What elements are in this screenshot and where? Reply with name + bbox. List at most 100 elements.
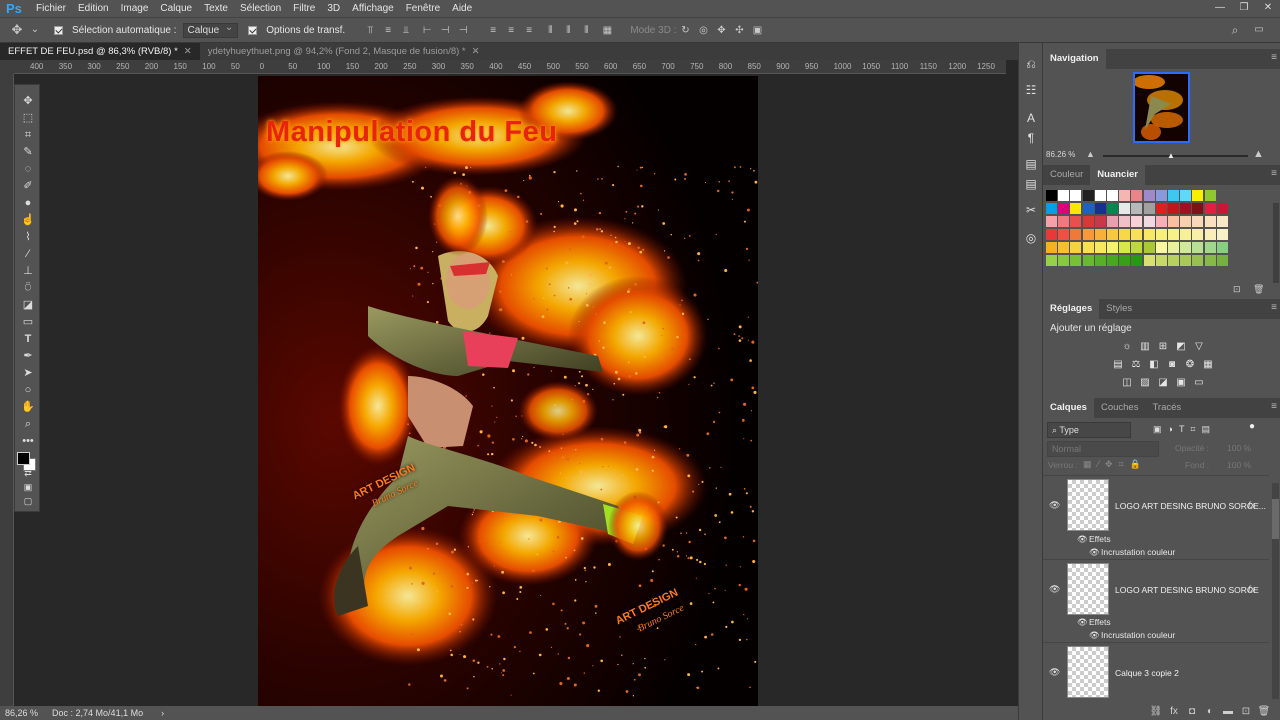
effects-eye-icon[interactable]: 👁 [1077,534,1088,545]
screen-mode-icon[interactable]: ▢ [15,493,41,510]
color-swatch[interactable] [1119,216,1131,227]
tab-calques[interactable]: Calques [1043,398,1094,418]
menu-edition[interactable]: Edition [72,3,115,14]
color-swatch[interactable] [1143,229,1155,240]
photo-filter-icon[interactable]: ◙ [1163,359,1181,373]
color-swatch[interactable] [1143,216,1155,227]
paragraph-icon[interactable]: ¶ [1019,131,1043,145]
color-swatch[interactable] [1180,229,1192,240]
color-swatch[interactable] [1131,242,1143,253]
ellipse-tool-icon[interactable]: ○ [15,382,41,399]
visibility-eye-icon[interactable]: 👁 [1049,500,1061,511]
3d-rotate-icon[interactable]: ↻ [678,25,692,37]
color-swatch[interactable] [1204,229,1216,240]
history-icon[interactable]: ⎌ [1019,57,1043,72]
layer-row[interactable]: 👁 Calque 3 copie 2 [1043,642,1269,702]
color-swatch[interactable] [1082,216,1094,227]
navigator-zoom-value[interactable]: 86.26 % [1046,150,1075,159]
zoom-in-icon[interactable]: ▲ [1253,148,1264,160]
black-white-icon[interactable]: ◧ [1145,359,1163,373]
layer-fx-badge[interactable]: fx [1248,500,1255,510]
new-adjustment-icon[interactable]: ◐ [1201,706,1219,717]
color-swatch[interactable] [1107,229,1118,240]
pen-tool-icon[interactable]: ✒ [15,348,41,365]
color-swatch[interactable] [1204,216,1216,227]
color-swatch[interactable] [1070,190,1082,201]
color-swatch[interactable] [1192,190,1204,201]
color-swatch[interactable] [1204,255,1216,266]
chevron-right-icon[interactable]: › [161,708,164,718]
color-swatch[interactable] [1082,255,1094,266]
tab-reglages[interactable]: Réglages [1043,299,1100,319]
curves-icon[interactable]: ⊞ [1154,341,1172,355]
3d-pan-icon[interactable]: ✥ [714,25,728,37]
properties-icon[interactable]: ☷ [1019,83,1043,97]
color-swatch[interactable] [1143,255,1155,266]
layer-name[interactable]: LOGO ART DESING BRUNO SORCE [1115,585,1259,595]
color-swatch[interactable] [1216,242,1228,253]
minimize-icon[interactable]: — [1208,0,1232,17]
color-swatch[interactable] [1204,190,1216,201]
new-swatch-icon[interactable]: ⊡ [1233,284,1241,295]
layer-fx-badge[interactable]: fx [1248,584,1255,594]
vibrance-icon[interactable]: ▽ [1190,341,1208,355]
color-swatch[interactable] [1070,216,1082,227]
delete-swatch-icon[interactable]: 🗑 [1253,284,1264,295]
color-swatch[interactable] [1180,203,1192,214]
channel-mixer-icon[interactable]: ❂ [1181,359,1199,373]
align-hcenter-icon[interactable]: ⊣ [438,25,452,37]
color-swatch[interactable] [1058,255,1070,266]
tab-styles[interactable]: Styles [1099,299,1139,319]
color-swatch[interactable] [1070,229,1082,240]
gradient-map-icon[interactable]: ▭ [1190,377,1208,391]
marquee-tool-icon[interactable]: ⬚ [15,110,41,127]
path-select-tool-icon[interactable]: ➤ [15,365,41,382]
color-swatch[interactable] [1107,203,1118,214]
color-swatch[interactable] [1058,242,1070,253]
color-swatch[interactable] [1082,190,1094,201]
effect-eye-icon[interactable]: 👁 [1089,630,1100,641]
quick-select-tool-icon[interactable]: ✐ [15,178,41,195]
color-swatch[interactable] [1094,242,1106,253]
color-swatch[interactable] [1058,229,1070,240]
color-swatch[interactable] [1131,229,1143,240]
color-swatch[interactable] [1058,203,1070,214]
3d-roll-icon[interactable]: ◎ [696,25,710,37]
libraries-icon[interactable]: ▤ [1019,157,1043,171]
search-icon[interactable]: ⌕ [1228,24,1242,36]
color-swatch[interactable] [1155,229,1167,240]
brush-tool-icon[interactable]: ⁄ [15,246,41,263]
eraser-tool-icon[interactable]: ◪ [15,297,41,314]
color-swatch[interactable] [1046,255,1057,266]
panel-menu-icon[interactable]: ≡ [1271,168,1277,179]
color-swatch[interactable] [1082,242,1094,253]
lock-icons[interactable]: ▦⁄✥⌗🔒 [1083,459,1147,470]
tab-traces[interactable]: Tracés [1145,398,1188,418]
tab-nuancier[interactable]: Nuancier [1090,165,1145,185]
blend-mode-dropdown[interactable]: Normal [1047,441,1159,457]
color-swatch[interactable] [1131,216,1143,227]
zoom-slider-track[interactable] [1103,155,1248,157]
menu-selection[interactable]: Sélection [234,3,287,14]
color-swatch[interactable] [1131,255,1143,266]
color-swatch[interactable] [1082,229,1094,240]
add-style-icon[interactable]: fx [1165,706,1183,717]
brightness-icon[interactable]: ☼ [1118,341,1136,355]
menu-aide[interactable]: Aide [446,3,478,14]
color-swatch[interactable] [1155,255,1167,266]
color-swatch[interactable] [1046,203,1057,214]
tab-couches[interactable]: Couches [1094,398,1146,418]
color-swatch[interactable] [1143,190,1155,201]
layers-scrollbar[interactable] [1272,483,1279,699]
color-swatch[interactable] [1131,203,1143,214]
menu-texte[interactable]: Texte [198,3,234,14]
align-right-icon[interactable]: ⊣ [456,25,470,37]
color-swatch[interactable] [1180,255,1192,266]
healing-tool-icon[interactable]: ✎ [15,144,41,161]
color-swatch[interactable] [1058,190,1070,201]
color-lookup-icon[interactable]: ▦ [1199,359,1217,373]
hand-tool-icon[interactable]: ✋ [15,399,41,416]
align-left-icon[interactable]: ⊢ [420,25,434,37]
color-swatch[interactable] [1168,216,1179,227]
color-swatch[interactable] [1094,229,1106,240]
